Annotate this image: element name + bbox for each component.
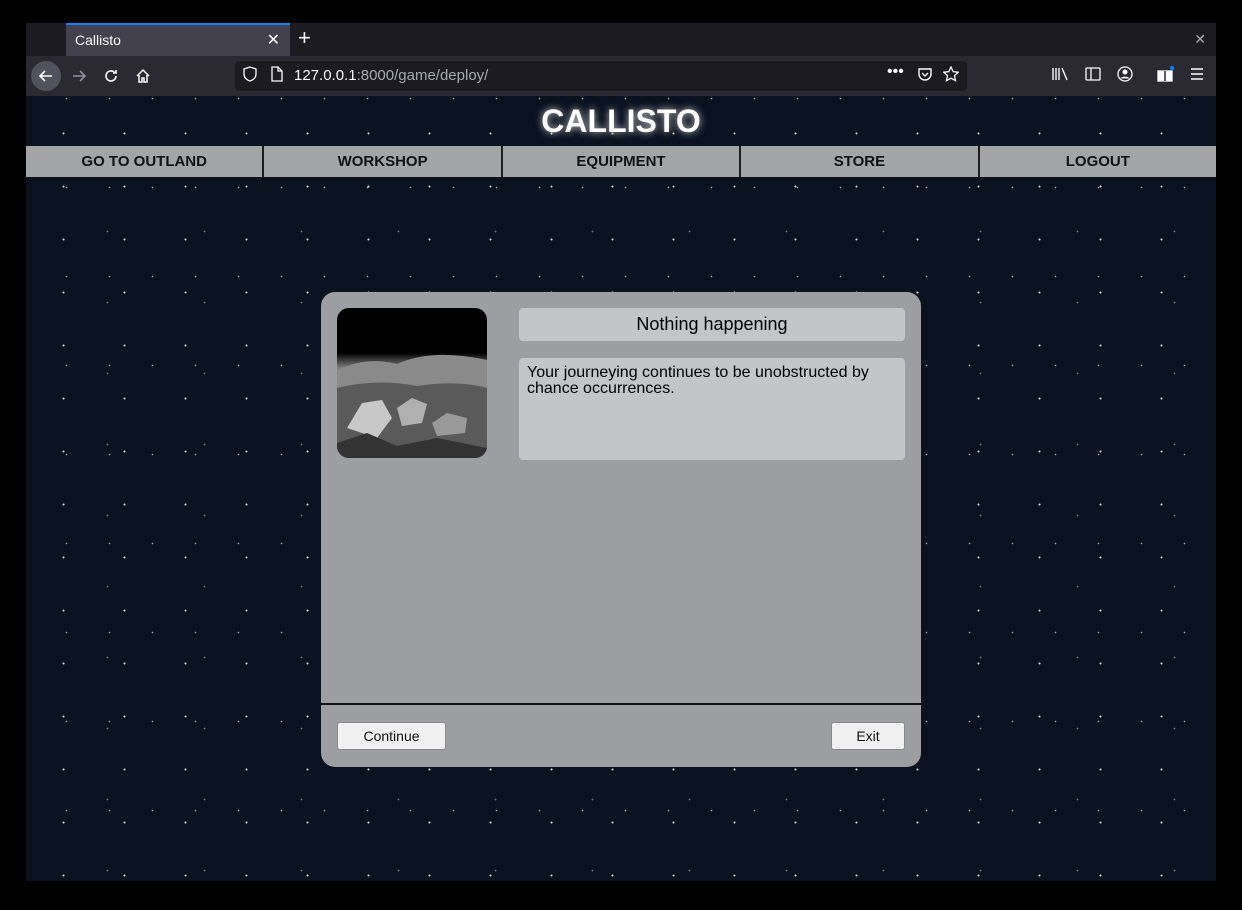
main-menu: GO TO OUTLAND WORKSHOP EQUIPMENT STORE L…	[26, 146, 1217, 177]
menu-item-go-to-outland[interactable]: GO TO OUTLAND	[26, 146, 265, 177]
library-icon[interactable]	[1051, 66, 1069, 86]
event-dialog: Nothing happening Your journeying contin…	[321, 292, 921, 767]
page-icon	[271, 66, 283, 85]
url-bar[interactable]: 127.0.0.1:8000/game/deploy/ •••	[235, 61, 967, 91]
window-close-icon[interactable]: ✕	[1194, 31, 1206, 48]
site-title: CALLISTO	[541, 103, 701, 139]
dialog-divider	[321, 703, 921, 705]
arrow-right-icon	[73, 70, 87, 82]
url-text[interactable]: 127.0.0.1:8000/game/deploy/	[294, 67, 488, 84]
event-title: Nothing happening	[519, 308, 905, 341]
menu-item-logout[interactable]: LOGOUT	[979, 146, 1217, 177]
tab-title: Callisto	[75, 32, 121, 48]
event-image	[337, 308, 487, 458]
forward-button[interactable]	[65, 62, 93, 90]
gift-icon[interactable]	[1157, 66, 1175, 86]
shield-icon[interactable]	[243, 66, 257, 85]
back-button[interactable]	[31, 61, 61, 91]
event-description: Your journeying continues to be unobstru…	[519, 358, 905, 460]
hamburger-menu-icon[interactable]	[1189, 66, 1205, 86]
tab-callisto[interactable]: Callisto ✕	[66, 23, 290, 56]
menu-item-equipment[interactable]: EQUIPMENT	[502, 146, 742, 177]
game-page: CALLISTO GO TO OUTLAND WORKSHOP EQUIPMEN…	[26, 96, 1217, 881]
reload-button[interactable]	[97, 62, 125, 90]
more-icon[interactable]: •••	[887, 63, 904, 81]
reload-icon	[105, 70, 117, 82]
sidebar-icon[interactable]	[1085, 66, 1101, 86]
menu-item-store[interactable]: STORE	[741, 146, 980, 177]
menu-item-workshop[interactable]: WORKSHOP	[264, 146, 503, 177]
nav-toolbar: 127.0.0.1:8000/game/deploy/ •••	[26, 56, 1216, 96]
home-button[interactable]	[129, 62, 157, 90]
account-icon[interactable]	[1117, 66, 1133, 86]
tab-strip: Callisto ✕ + ✕	[26, 23, 1216, 56]
arrow-left-icon	[38, 70, 52, 82]
star-icon[interactable]	[942, 65, 960, 85]
home-icon	[136, 68, 150, 83]
exit-button[interactable]: Exit	[831, 722, 905, 750]
continue-button[interactable]: Continue	[337, 722, 446, 750]
new-tab-button[interactable]: +	[298, 25, 311, 51]
browser-window: Callisto ✕ + ✕ 127.0.0.1:8000/game/deplo…	[26, 23, 1217, 881]
close-icon[interactable]: ✕	[267, 30, 280, 50]
pocket-icon[interactable]	[917, 66, 933, 85]
